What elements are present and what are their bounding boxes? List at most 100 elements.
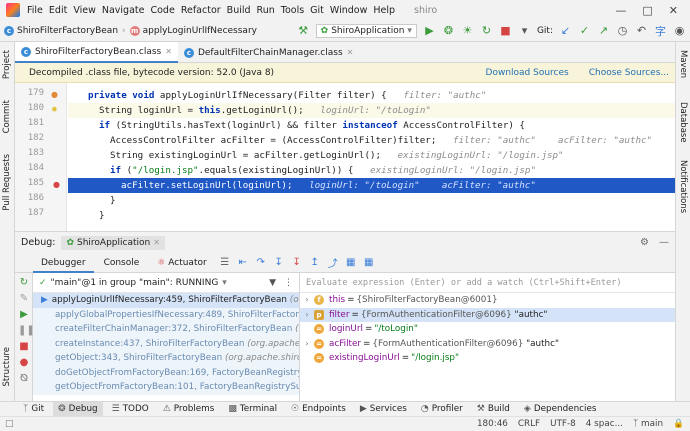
line-number[interactable]: 187 — [28, 208, 44, 218]
menu-build[interactable]: Build — [224, 5, 254, 16]
tool-services[interactable]: ▶ Services — [355, 402, 412, 417]
resume-icon[interactable]: ▶ — [18, 309, 30, 320]
breadcrumb-class[interactable]: c ShiroFilterFactoryBean — [0, 25, 122, 36]
step-into-icon[interactable]: ↧ — [271, 257, 287, 268]
rerun-icon[interactable]: ↻ — [480, 24, 493, 37]
line-number[interactable]: 185 — [28, 178, 44, 188]
step-over-icon[interactable]: ↷ — [253, 257, 269, 268]
tab-debugger[interactable]: Debugger — [33, 253, 94, 273]
menu-window[interactable]: Window — [327, 5, 370, 16]
variable-row[interactable]: = loginUrl = "/toLogin" — [300, 322, 675, 337]
caret-position[interactable]: 180:46 — [477, 419, 508, 429]
rollback-icon[interactable]: ↶ — [635, 24, 648, 37]
tab-defaultfilterchainmanager[interactable]: c DefaultFilterChainManager.class ✕ — [178, 42, 359, 63]
chevron-right-icon[interactable]: › — [300, 293, 314, 308]
run-icon[interactable]: ▶ — [423, 24, 436, 37]
thread-selector[interactable]: ✓ "main"@1 in group "main": RUNNING ▾ ▼ … — [33, 273, 299, 293]
debug-session-tab[interactable]: ✿ ShiroApplication ✕ — [61, 235, 165, 250]
chevron-right-icon[interactable]: › — [300, 308, 314, 323]
tool-endpoints[interactable]: ☉ Endpoints — [286, 402, 351, 417]
minimize-icon[interactable]: — — [615, 4, 626, 17]
indent-setting[interactable]: 4 spac... — [586, 419, 623, 429]
close-session-icon[interactable]: ✕ — [153, 238, 160, 247]
code-line[interactable]: } — [68, 193, 675, 208]
view-breakpoints-icon[interactable]: ● — [18, 357, 30, 368]
evaluate-expression-input[interactable]: Evaluate expression (Enter) or add a wat… — [300, 273, 675, 293]
tool-tab-commit[interactable]: Commit — [2, 100, 12, 133]
chevron-right-icon[interactable]: › — [300, 337, 314, 352]
stack-frame[interactable]: doGetObjectFromFactoryBean:169, FactoryB… — [33, 365, 299, 380]
menu-edit[interactable]: Edit — [46, 5, 70, 16]
trace-icon[interactable]: ▦ — [361, 257, 377, 268]
more-icon[interactable]: ⋮ — [284, 278, 293, 288]
menu-tools[interactable]: Tools — [278, 5, 307, 16]
tool-git[interactable]: ᛉ Git — [18, 402, 49, 417]
tool-tab-project[interactable]: Project — [2, 50, 12, 79]
code-line[interactable]: if (StringUtils.hasText(loginUrl) && fil… — [68, 118, 675, 133]
stack-frame[interactable]: getObject:343, ShiroFilterFactoryBean (o… — [33, 351, 299, 366]
line-separator[interactable]: CRLF — [518, 419, 540, 429]
step-out-icon[interactable]: ↥ — [307, 257, 323, 268]
pause-icon[interactable]: ❚❚ — [18, 325, 35, 336]
file-encoding[interactable]: UTF-8 — [550, 419, 576, 429]
debug-icon[interactable]: ❂ — [442, 24, 455, 37]
code-line[interactable]: private void applyLoginUrlIfNecessary(Fi… — [68, 88, 675, 103]
tool-dependencies[interactable]: ◈ Dependencies — [519, 402, 602, 417]
stack-frame[interactable]: createFilterChainManager:372, ShiroFilte… — [33, 322, 299, 337]
download-sources-link[interactable]: Download Sources — [486, 68, 569, 78]
variable-row[interactable]: = existingLoginUrl = "/login.jsp" — [300, 351, 675, 366]
bulb-icon[interactable]: ✹ — [51, 105, 58, 114]
run-configuration-selector[interactable]: ✿ ShiroApplication ▾ — [315, 23, 417, 38]
stack-frame[interactable]: applyGlobalPropertiesIfNecessary:489, Sh… — [33, 307, 299, 322]
line-number[interactable]: 184 — [28, 163, 44, 173]
stop-icon[interactable]: ■ — [499, 24, 512, 37]
code-line[interactable]: if ("/login.jsp".equals(existingLoginUrl… — [68, 163, 675, 178]
tool-problems[interactable]: ⚠ Problems — [158, 402, 220, 417]
close-tab-icon[interactable]: ✕ — [165, 47, 172, 56]
menu-git[interactable]: Git — [307, 5, 327, 16]
tab-shirofilterfactorybean[interactable]: c ShiroFilterFactoryBean.class ✕ — [15, 42, 178, 63]
evaluate-icon[interactable]: ▦ — [343, 257, 359, 268]
code-line[interactable]: } — [68, 208, 675, 223]
close-window-icon[interactable]: ✕ — [669, 4, 678, 17]
coverage-icon[interactable]: ☀ — [461, 24, 474, 37]
lock-icon[interactable]: 🔒 — [673, 419, 684, 429]
tool-profiler[interactable]: ◔ Profiler — [416, 402, 468, 417]
stack-frame[interactable]: ▶ applyLoginUrlIfNecessary:459, ShiroFilt… — [33, 293, 299, 308]
code-line-execution-point[interactable]: acFilter.setLoginUrl(loginUrl); loginUrl… — [68, 178, 675, 193]
line-number[interactable]: 186 — [28, 193, 44, 203]
tool-tab-notifications[interactable]: Notifications — [678, 160, 688, 213]
git-commit-icon[interactable]: ✓ — [578, 24, 591, 37]
choose-sources-link[interactable]: Choose Sources... — [589, 68, 669, 78]
history-icon[interactable]: ◷ — [616, 24, 629, 37]
layout-toggle-icon[interactable]: □ — [5, 419, 14, 429]
code-line[interactable]: String existingLoginUrl = acFilter.getLo… — [68, 148, 675, 163]
method-marker-icon[interactable]: ● — [51, 90, 58, 99]
line-number[interactable]: 180 — [28, 103, 44, 113]
line-number[interactable]: 183 — [28, 148, 44, 158]
menu-help[interactable]: Help — [370, 5, 398, 16]
variable-row[interactable]: › f this = {ShiroFilterFactoryBean@6001} — [300, 293, 675, 308]
mute-breakpoints-icon[interactable]: ⦰ — [18, 373, 30, 384]
translate-icon[interactable]: 字 — [654, 23, 667, 39]
rerun-debug-icon[interactable]: ↻ — [18, 277, 30, 288]
hammer-icon[interactable]: ⚒ — [297, 24, 310, 37]
tool-terminal[interactable]: ▩ Terminal — [223, 402, 282, 417]
tool-tab-database[interactable]: Database — [678, 102, 688, 143]
tool-build[interactable]: ⚒ Build — [472, 402, 515, 417]
tool-tab-pull-requests[interactable]: Pull Requests — [2, 154, 12, 211]
menu-refactor[interactable]: Refactor — [178, 5, 224, 16]
line-number[interactable]: 182 — [28, 133, 44, 143]
menu-code[interactable]: Code — [147, 5, 177, 16]
close-tab-icon[interactable]: ✕ — [347, 48, 354, 57]
stop-debug-icon[interactable]: ■ — [18, 341, 30, 352]
code-line[interactable]: String loginUrl = this.getLoginUrl(); lo… — [68, 103, 675, 118]
stack-frame[interactable]: createInstance:437, ShiroFilterFactoryBe… — [33, 336, 299, 351]
menu-navigate[interactable]: Navigate — [99, 5, 148, 16]
menu-file[interactable]: File — [24, 5, 46, 16]
hide-panel-icon[interactable]: — — [659, 237, 669, 248]
tool-tab-maven[interactable]: Maven — [678, 50, 688, 78]
tab-console[interactable]: Console — [96, 253, 148, 273]
code-line[interactable]: AccessControlFilter acFilter = (AccessCo… — [68, 133, 675, 148]
settings-icon[interactable]: ⚙ — [640, 237, 649, 248]
